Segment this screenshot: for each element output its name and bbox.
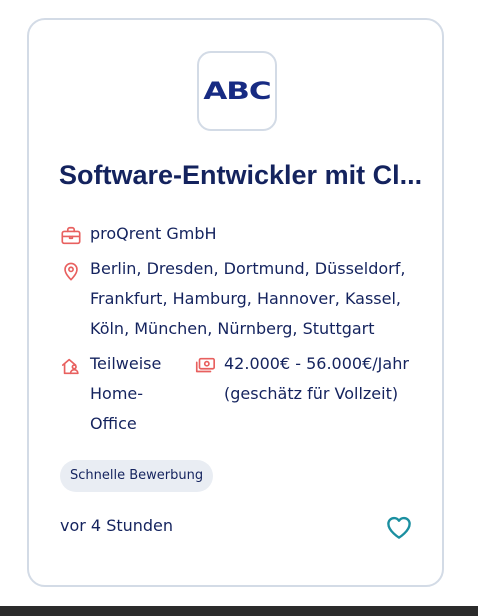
company-name: proQrent GmbH	[90, 224, 217, 243]
company-logo-text: ABC	[203, 76, 271, 106]
job-card[interactable]: ABC Software-Entwickler mit Cl... proQre…	[27, 18, 444, 587]
company-row: proQrent GmbH	[60, 223, 217, 249]
salary-row: 42.000€ - 56.000€/Jahr (geschätz für Vol…	[194, 353, 419, 409]
money-icon	[195, 357, 215, 373]
work-model: Teilweise Home-Office	[90, 354, 162, 433]
bottom-divider	[0, 606, 478, 616]
briefcase-icon	[61, 226, 81, 245]
map-pin-icon	[64, 262, 78, 281]
salary: 42.000€ - 56.000€/Jahr (geschätz für Vol…	[224, 354, 409, 403]
location-row: Berlin, Dresden, Dortmund, Düsseldorf, F…	[60, 258, 410, 344]
heart-icon[interactable]	[384, 512, 414, 542]
job-title[interactable]: Software-Entwickler mit Cl...	[59, 160, 439, 191]
work-model-row: Teilweise Home-Office	[60, 353, 180, 439]
company-logo: ABC	[197, 51, 277, 131]
job-locations: Berlin, Dresden, Dortmund, Düsseldorf, F…	[90, 259, 406, 338]
quick-apply-badge: Schnelle Bewerbung	[60, 460, 214, 492]
posted-time: vor 4 Stunden	[60, 516, 174, 535]
home-office-icon	[61, 358, 79, 375]
